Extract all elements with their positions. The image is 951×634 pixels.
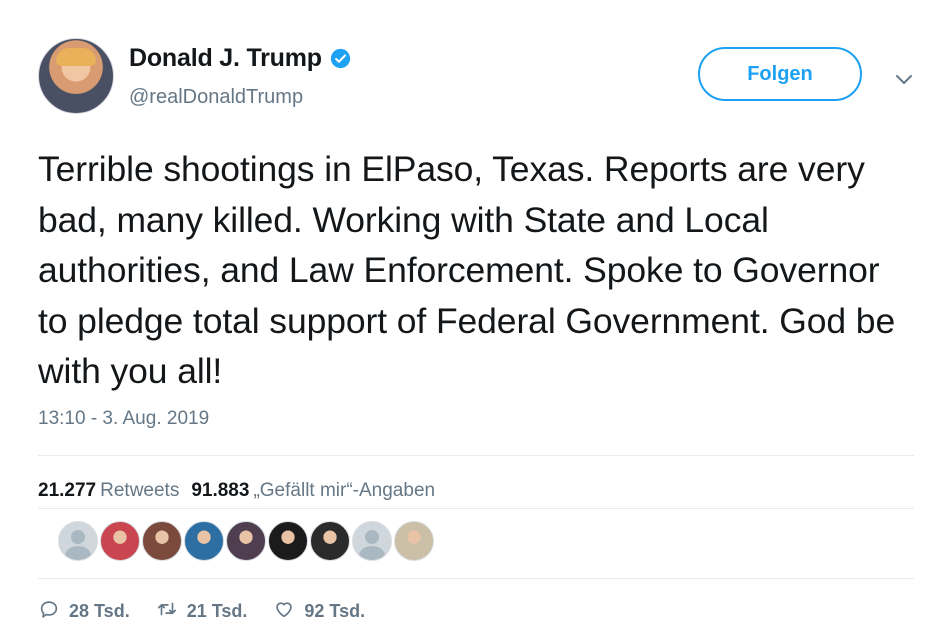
tweet-text: Terrible shootings in ElPaso, Texas. Rep… <box>38 149 896 391</box>
avatar-hair <box>56 48 96 66</box>
retweets-stat[interactable]: 21.277 Retweets <box>38 480 179 502</box>
likes-count: 91.883 <box>191 480 250 501</box>
engagement-stats: 21.277 Retweets 91.883 „Gefällt mir“-Angab… <box>38 480 435 502</box>
divider-top <box>38 455 914 456</box>
verified-badge-icon <box>330 48 351 69</box>
retweets-label: Retweets <box>100 480 180 501</box>
reply-count: 28 Tsd. <box>69 601 130 621</box>
retweets-count: 21.277 <box>38 480 97 501</box>
reply-icon[interactable] <box>38 598 60 625</box>
like-count: 92 Tsd. <box>304 601 366 621</box>
like-action[interactable]: 92 Tsd. <box>273 598 365 625</box>
tweet-actions: 28 Tsd. 21 Tsd. 92 Tsd. <box>38 598 391 625</box>
liker-avatar[interactable] <box>226 521 266 561</box>
liker-avatar[interactable] <box>184 521 224 561</box>
liker-avatars <box>58 521 434 561</box>
liker-avatar[interactable] <box>268 521 308 561</box>
divider-bottom <box>38 578 914 579</box>
divider-stats <box>38 508 914 509</box>
tweet-timestamp[interactable]: 13:10 - 3. Aug. 2019 <box>38 408 209 430</box>
follow-button[interactable]: Folgen <box>698 47 862 101</box>
liker-avatar[interactable] <box>310 521 350 561</box>
author-handle[interactable]: @realDonaldTrump <box>129 86 303 109</box>
liker-avatar[interactable] <box>142 521 182 561</box>
liker-avatar[interactable] <box>58 521 98 561</box>
heart-icon[interactable] <box>273 598 295 625</box>
tweet-header: Donald J. Trump @realDonaldTrump Folgen <box>38 38 918 118</box>
author-display-name[interactable]: Donald J. Trump <box>129 44 322 73</box>
avatar[interactable] <box>38 38 114 114</box>
likes-label: „Gefällt mir“-Angaben <box>253 480 436 501</box>
likes-stat[interactable]: 91.883 „Gefällt mir“-Angaben <box>191 480 435 502</box>
liker-avatar[interactable] <box>394 521 434 561</box>
liker-avatar[interactable] <box>352 521 392 561</box>
chevron-down-icon[interactable] <box>892 67 916 91</box>
retweet-icon[interactable] <box>156 598 178 625</box>
retweet-count: 21 Tsd. <box>186 601 248 621</box>
author-name-line: Donald J. Trump <box>129 44 351 73</box>
reply-action[interactable]: 28 Tsd. <box>38 598 130 625</box>
retweet-action[interactable]: 21 Tsd. <box>156 598 248 625</box>
liker-avatar[interactable] <box>100 521 140 561</box>
